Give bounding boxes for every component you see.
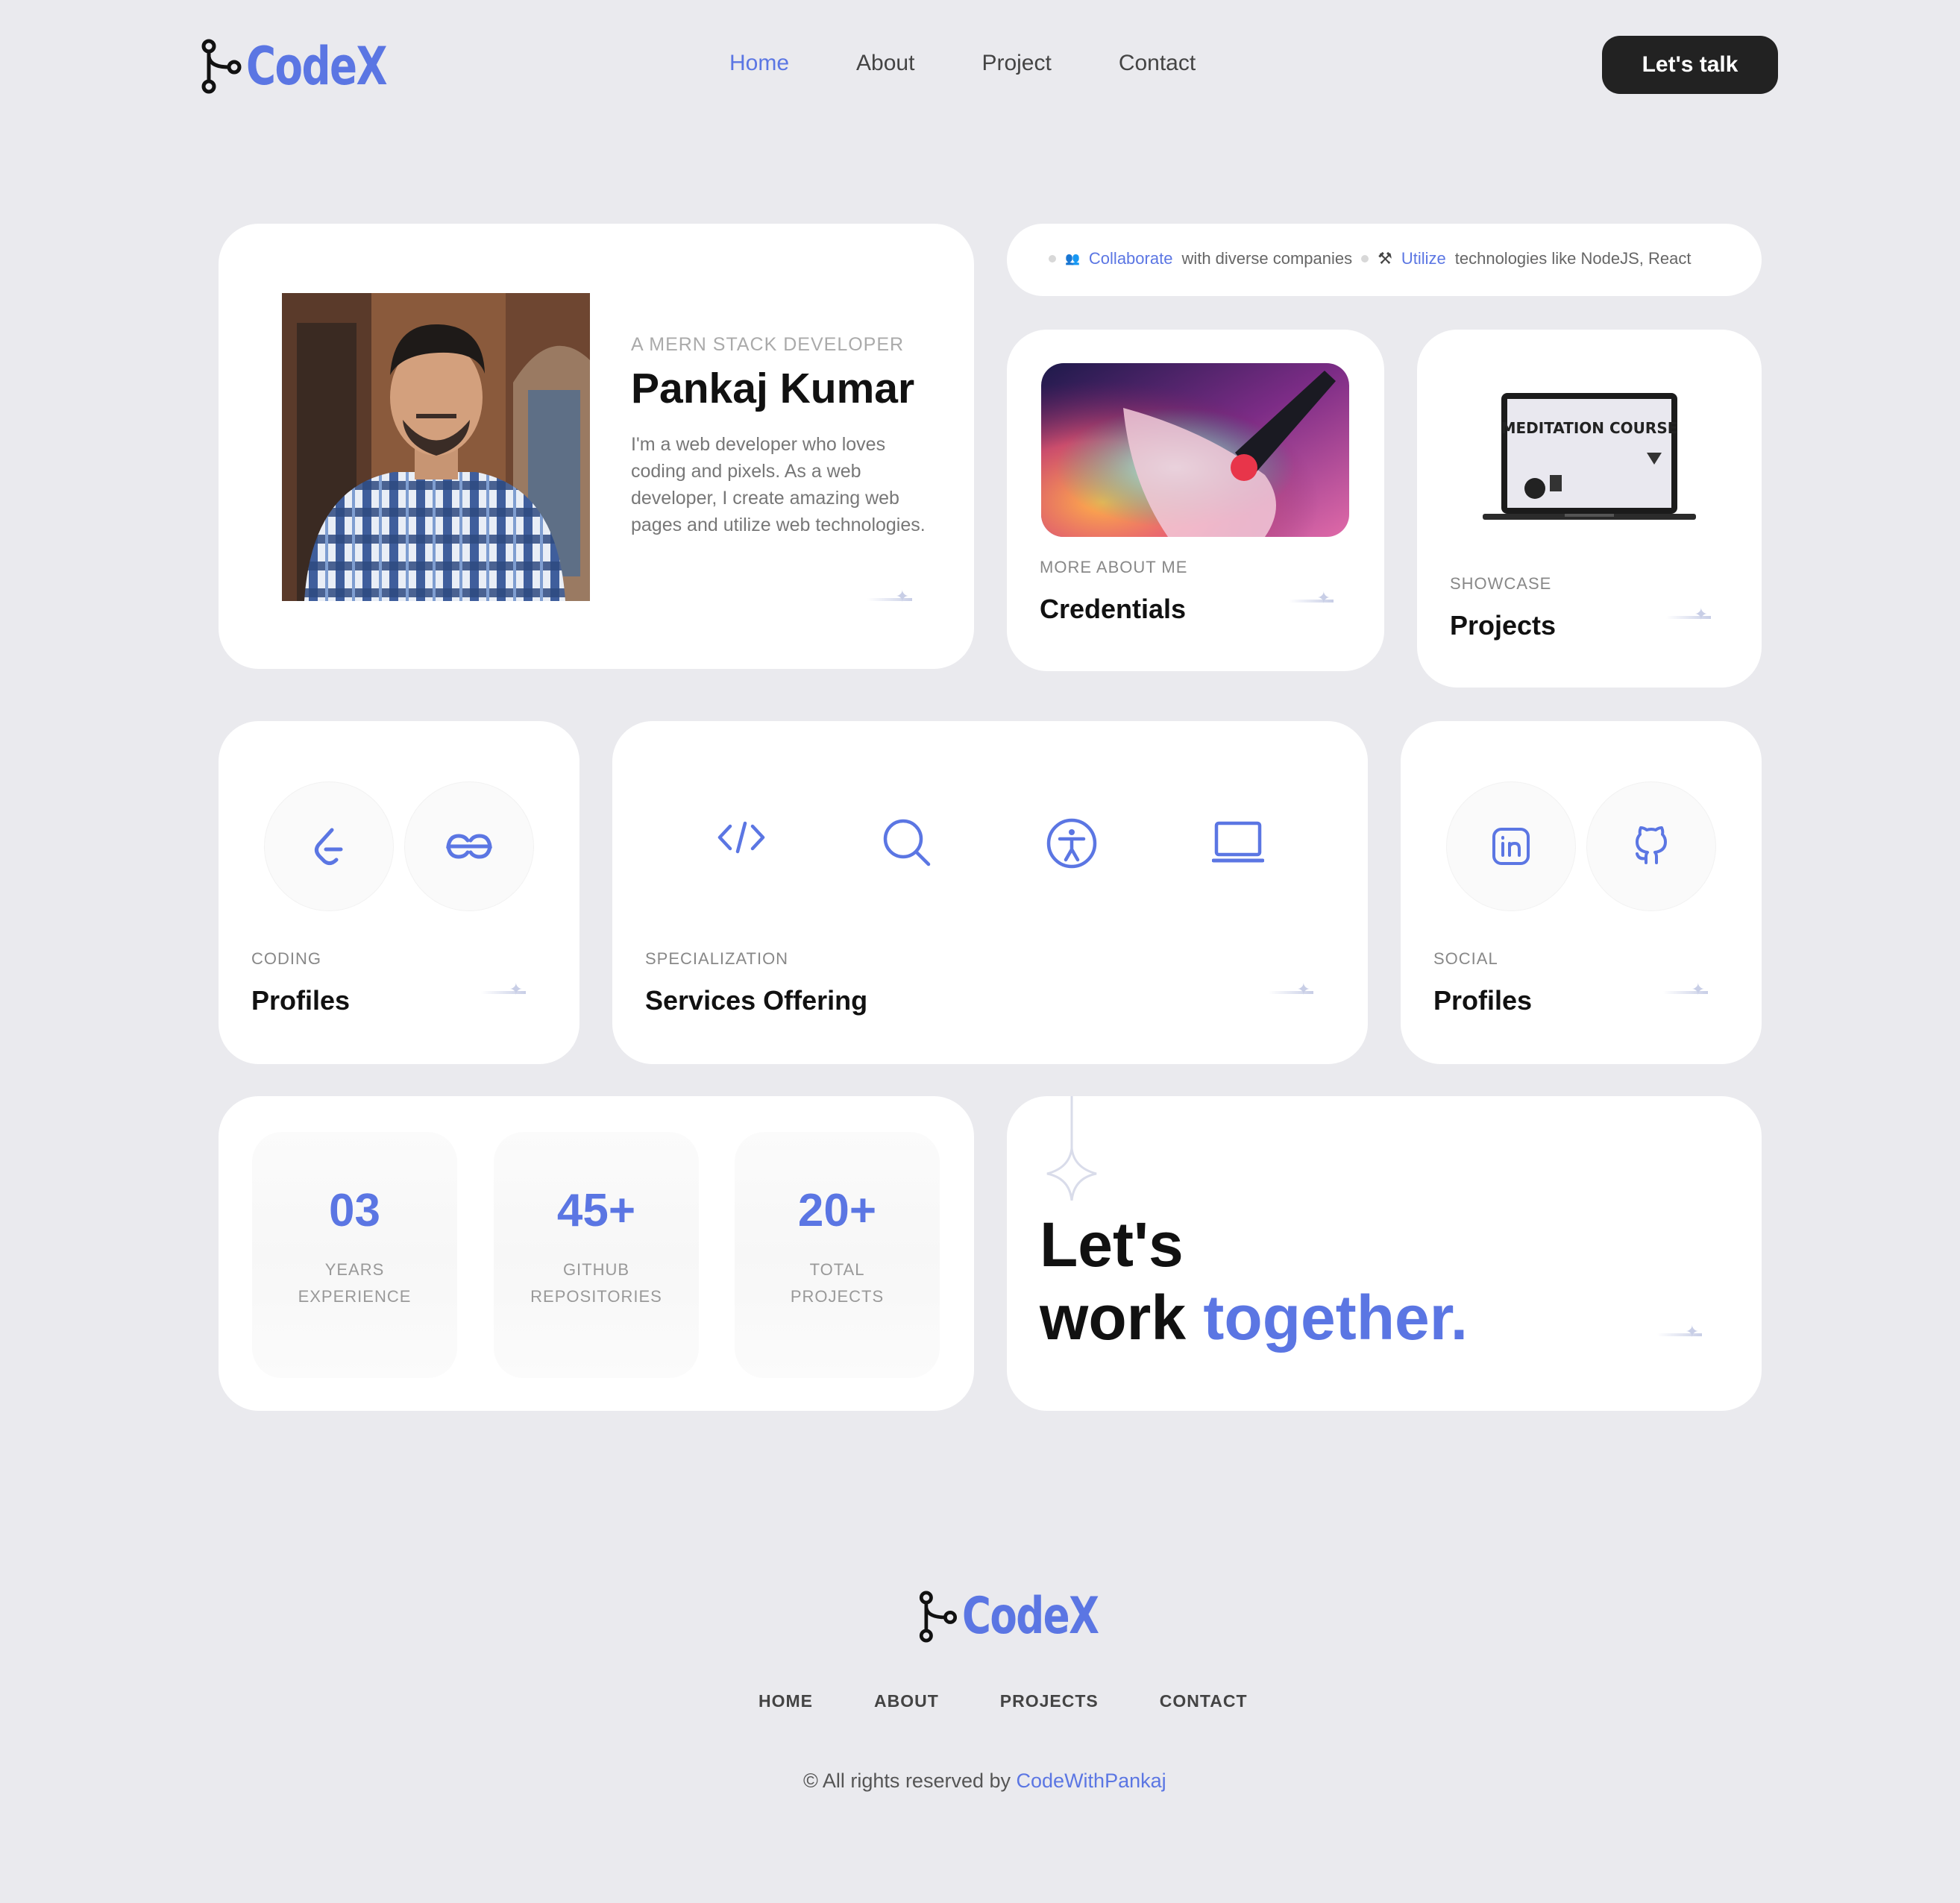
coding-profiles-card[interactable]: CODING Profiles: [219, 721, 579, 1064]
heading-line2-accent: together.: [1203, 1283, 1469, 1353]
projects-card[interactable]: MEDITATION COURSE SHOWCASE Projects: [1417, 330, 1762, 688]
coding-title: Profiles: [251, 985, 351, 1016]
bullet-icon: [1049, 255, 1056, 262]
arrow-icon: [1657, 1322, 1702, 1341]
arrow-icon: [1663, 980, 1708, 999]
linkedin-link[interactable]: [1447, 782, 1575, 910]
marquee-text-2: technologies like NodeJS, React: [1454, 249, 1692, 268]
work-together-heading: Let's work together.: [1040, 1208, 1468, 1354]
social-profiles-card[interactable]: SOCIAL Profiles: [1401, 721, 1762, 1064]
social-label: SOCIAL: [1433, 949, 1498, 968]
credentials-image: [1041, 363, 1349, 537]
marquee-text-1: with diverse companies: [1181, 249, 1353, 268]
laptop-icon: [1212, 821, 1264, 863]
marquee-highlight-1: Collaborate: [1088, 249, 1173, 268]
marquee-highlight-2: Utilize: [1401, 249, 1446, 268]
stat-label-line1: TOTAL: [809, 1260, 865, 1279]
credentials-label: MORE ABOUT ME: [1040, 558, 1188, 576]
git-branch-icon: [201, 39, 242, 94]
copyright-text: © All rights reserved by: [803, 1770, 1011, 1792]
services-label: SPECIALIZATION: [645, 949, 789, 968]
geeksforgeeks-icon: [446, 834, 492, 859]
arrow-icon: [1269, 980, 1313, 999]
profile-eyebrow: A MERN STACK DEVELOPER: [631, 334, 905, 355]
stat-label-line1: GITHUB: [562, 1260, 630, 1279]
services-title: Services Offering: [645, 985, 868, 1016]
services-card[interactable]: SPECIALIZATION Services Offering: [612, 721, 1368, 1064]
footer-logo[interactable]: CodeX: [917, 1587, 1137, 1646]
nav-contact[interactable]: Contact: [1119, 51, 1196, 76]
bullet-icon: [1361, 255, 1369, 262]
nav-about[interactable]: About: [856, 51, 914, 76]
profile-photo: [282, 293, 590, 601]
main-nav: Home About Project Contact: [729, 51, 1196, 76]
copyright: © All rights reserved by CodeWithPankaj: [803, 1770, 1166, 1793]
copyright-link[interactable]: CodeWithPankaj: [1017, 1770, 1166, 1792]
coding-label: CODING: [251, 949, 321, 968]
sparkle-icon: [1046, 1096, 1097, 1201]
geeksforgeeks-link[interactable]: [405, 782, 533, 910]
lets-talk-button[interactable]: Let's talk: [1602, 36, 1778, 94]
arrow-icon: [1666, 605, 1711, 624]
laptop-mockup-image: MEDITATION COURSE: [1483, 393, 1696, 520]
marquee-card: 👥 Collaborate with diverse companies ⚒ U…: [1007, 224, 1762, 296]
projects-label: SHOWCASE: [1450, 574, 1552, 593]
stat-label-line2: REPOSITORIES: [530, 1287, 662, 1306]
leetcode-link[interactable]: [265, 782, 393, 910]
credentials-card[interactable]: MORE ABOUT ME Credentials: [1007, 330, 1384, 671]
stat-value: 20+: [797, 1185, 877, 1236]
search-icon: [883, 819, 931, 866]
laptop-screen-text: MEDITATION COURSE: [1501, 419, 1678, 437]
heading-line2-prefix: work: [1040, 1283, 1187, 1353]
heading-line1: Let's: [1040, 1210, 1184, 1280]
stat-projects: 20+ TOTAL PROJECTS: [735, 1132, 940, 1378]
stat-value: 45+: [556, 1185, 636, 1236]
tools-icon: ⚒: [1378, 249, 1392, 268]
arrow-icon: [867, 587, 912, 606]
footer-nav: HOME ABOUT PROJECTS CONTACT: [758, 1691, 1248, 1711]
stat-value: 03: [329, 1185, 380, 1236]
nav-home[interactable]: Home: [729, 51, 789, 76]
stat-years: 03 YEARS EXPERIENCE: [252, 1132, 457, 1378]
profile-card[interactable]: A MERN STACK DEVELOPER Pankaj Kumar I'm …: [219, 224, 974, 669]
header-logo[interactable]: CodeX: [200, 36, 426, 97]
accessibility-icon: [1046, 818, 1097, 869]
nav-project[interactable]: Project: [981, 51, 1051, 76]
github-icon: [1636, 826, 1667, 864]
github-link[interactable]: [1587, 782, 1715, 910]
stat-label-line2: EXPERIENCE: [298, 1287, 412, 1306]
brand-name: CodeX: [246, 36, 388, 97]
team-icon: 👥: [1065, 253, 1080, 265]
footer-nav-home[interactable]: HOME: [758, 1691, 813, 1711]
stat-label-line1: YEARS: [324, 1260, 385, 1279]
projects-title: Projects: [1450, 610, 1557, 641]
footer-nav-contact[interactable]: CONTACT: [1160, 1691, 1248, 1711]
profile-bio: I'm a web developer who loves coding and…: [631, 434, 926, 535]
git-branch-icon: [919, 1590, 958, 1643]
code-icon: [717, 821, 765, 854]
credentials-title: Credentials: [1040, 594, 1187, 624]
footer-nav-about[interactable]: ABOUT: [874, 1691, 939, 1711]
profile-name: Pankaj Kumar: [631, 365, 915, 412]
work-together-card[interactable]: Let's work together.: [1007, 1096, 1762, 1411]
footer-brand-name: CodeX: [962, 1587, 1099, 1646]
linkedin-icon: [1492, 828, 1530, 865]
footer-nav-projects[interactable]: PROJECTS: [1000, 1691, 1099, 1711]
stat-label-line2: PROJECTS: [790, 1287, 885, 1306]
marquee-track: 👥 Collaborate with diverse companies ⚒ U…: [1049, 249, 1691, 268]
stat-repos: 45+ GITHUB REPOSITORIES: [494, 1132, 699, 1378]
arrow-icon: [1289, 588, 1334, 608]
leetcode-icon: [314, 828, 343, 866]
arrow-icon: [481, 980, 526, 999]
social-title: Profiles: [1433, 985, 1533, 1016]
stats-card: 03 YEARS EXPERIENCE 45+ GITHUB REPOSITOR…: [219, 1096, 974, 1411]
